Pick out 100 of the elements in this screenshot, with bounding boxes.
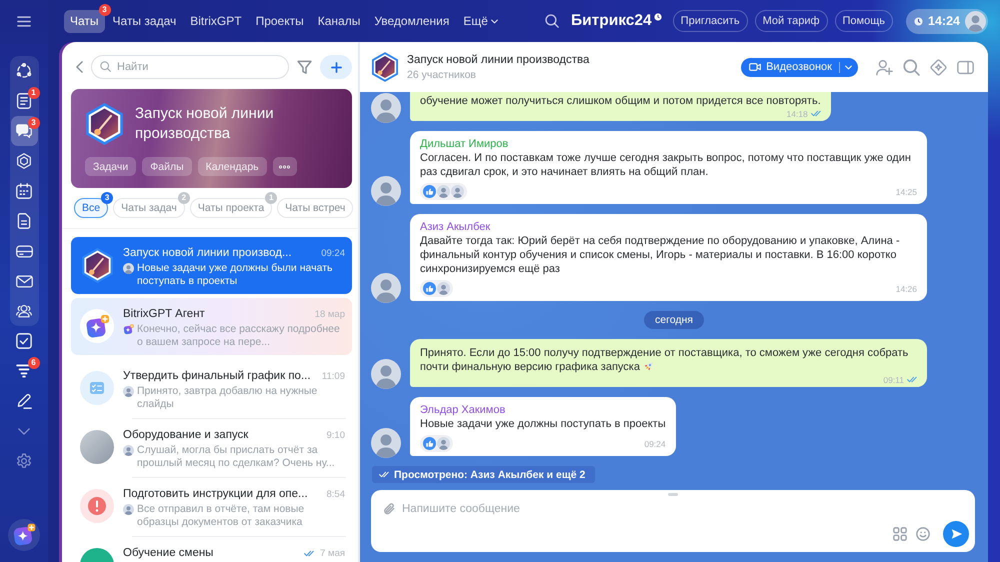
member-count: 26 участников <box>407 68 478 82</box>
paperclip-icon[interactable] <box>383 502 395 516</box>
author-name[interactable]: Эльдар Хакимов <box>420 403 666 417</box>
diamond-icon[interactable] <box>930 58 947 76</box>
nav-tab[interactable]: Проекты <box>250 10 310 32</box>
chat-title: Подготовить инструкции для опе... <box>123 487 309 502</box>
sidebar-panel-icon[interactable] <box>957 58 974 76</box>
header-button[interactable]: Пригласить <box>672 10 748 32</box>
people-icon <box>16 303 32 319</box>
person-avatar-icon <box>437 282 450 295</box>
like-icon <box>423 437 436 450</box>
message-text: Давайте тогда так: Юрий берёт на себя подтверждение по оборудованию и упаковке, Алина - финальный контур обучения и список смены, Игорь - материалы и поставки. В 16:00 коротко синхронизируемся ещё раз <box>420 235 900 275</box>
message-time: 14:18 <box>786 108 808 118</box>
banner-tab[interactable]: Файлы <box>142 157 192 176</box>
rocket-hexagon-icon <box>86 103 123 145</box>
more-button[interactable] <box>272 157 297 176</box>
photo-placeholder <box>80 430 114 464</box>
document-icon <box>16 213 32 229</box>
message-preview: Новые задачи уже должны были начать поступать в проекты <box>137 262 334 288</box>
add-user-icon[interactable] <box>876 58 893 76</box>
reactions-pill[interactable] <box>420 435 453 452</box>
chat-list-item[interactable]: Запуск новой линии производ... 09:24 Новые задачи уже должны были начать поступать в проекты <box>71 237 352 294</box>
message-input[interactable]: Напишите сообщение <box>402 501 886 517</box>
grid-icon[interactable] <box>893 527 907 541</box>
message-text: Новые задачи уже должны поступать в проекты <box>420 418 666 430</box>
copilot-button[interactable] <box>8 519 40 551</box>
person-avatar-icon <box>123 504 134 515</box>
filter-icon[interactable] <box>297 60 312 74</box>
add-button[interactable] <box>320 55 352 79</box>
person-avatar-icon[interactable] <box>371 93 401 123</box>
header-button[interactable]: Мой тариф <box>754 10 828 32</box>
settings-icon <box>16 453 32 469</box>
sidebar-item[interactable]: 3 <box>10 116 38 146</box>
unread-count: 3 <box>28 117 40 129</box>
unread-count: 1 <box>28 87 40 99</box>
chat-time: 9:10 <box>326 430 345 440</box>
chat-list-item[interactable]: Утвердить финальный график по... 11:09 Принято, завтра добавлю на нужные слайды <box>71 360 352 417</box>
sparkle-avatar-icon <box>80 309 114 343</box>
funnel-icon <box>16 364 32 378</box>
chat-list-item[interactable]: Оборудование и запуск 9:10 Слушай, могла бы прислать отчёт за прошлый месяц по сделкам? Очень ну... <box>71 419 352 476</box>
banner-tab[interactable]: Задачи <box>85 157 136 176</box>
unread-count: 1 <box>265 192 278 204</box>
chat-list-item[interactable]: Подготовить инструкции для опе... 8:54 Все отправил в отчёте, там новые образцы документов от заказчика <box>71 478 352 535</box>
smile-icon[interactable] <box>916 527 930 541</box>
message-text: Принято. Если до 15:00 получу подтверждение от поставщика, то сможем уже сегодня собрать почти финальную версию графика запуска <box>420 347 908 373</box>
chat-time: 7 мая <box>320 548 345 558</box>
search-field[interactable]: Найти <box>91 55 289 79</box>
double-check-icon <box>379 471 389 478</box>
chat-title: Оборудование и запуск <box>123 428 250 443</box>
message-time: 14:26 <box>896 284 917 294</box>
person-avatar-icon[interactable] <box>371 428 401 458</box>
nav-tab[interactable]: Ещё <box>457 10 504 32</box>
sidebar-item[interactable]: 6 <box>10 356 38 386</box>
date-separator: сегодня <box>644 311 704 329</box>
dots-icon <box>279 164 290 168</box>
calendar-icon <box>16 183 32 199</box>
message-preview: Принято, завтра добавлю на нужные слайды <box>137 385 318 411</box>
clock-icon <box>654 13 662 21</box>
sparkle-tile-icon <box>12 523 36 547</box>
checkbox-icon <box>16 333 32 349</box>
message-text: Согласен. И по поставкам тоже лучше сегодня закрыть вопрос, потому что поставщик уже один раз сдвигал срок, и это начинает влиять на общий план. <box>420 152 911 178</box>
send-button[interactable] <box>943 521 969 547</box>
sparkle-tile-icon <box>123 324 134 335</box>
chat-list-item[interactable]: BitrixGPT Агент 18 мар Конечно, сейчас все расскажу подробнее о вашем запросе на пере... <box>71 298 352 355</box>
message-text: обучение может получиться слишком общим и потом придется все повторять. <box>420 95 821 107</box>
search-icon[interactable] <box>545 14 559 28</box>
person-avatar-icon <box>451 185 464 198</box>
card-icon <box>16 244 32 258</box>
nav-tab[interactable]: Каналы <box>312 10 366 32</box>
author-name[interactable]: Азиз Акылбек <box>420 220 917 234</box>
chat-list-item[interactable]: Обучение смены 7 мая <box>71 537 352 562</box>
reactions-pill[interactable] <box>420 280 453 297</box>
circle-nodes-icon <box>16 63 32 79</box>
person-avatar-icon <box>123 386 134 397</box>
message-preview: Слушай, могла бы прислать отчёт за прошлый месяц по сделкам? Очень ну... <box>137 444 336 470</box>
back-icon[interactable] <box>76 61 83 73</box>
sidebar-item[interactable]: 1 <box>10 86 38 116</box>
nav-tab[interactable]: Уведомления <box>368 10 456 32</box>
clock-icon <box>914 16 924 26</box>
rocket-hexagon-icon <box>372 52 398 82</box>
message-time: 09:24 <box>644 438 666 448</box>
reactions-pill[interactable] <box>420 183 467 200</box>
logo[interactable]: Битрикс24 <box>571 12 652 30</box>
header-button[interactable]: Помощь <box>834 10 894 32</box>
person-avatar-icon[interactable] <box>371 273 401 303</box>
search-icon <box>100 61 111 72</box>
chat-icon <box>16 123 32 139</box>
rocket-hexagon-icon <box>82 248 112 283</box>
chat-title: Утвердить финальный график по... <box>123 369 312 384</box>
chat-time: 09:24 <box>321 248 345 258</box>
chat-title: BitrixGPT Агент <box>123 307 206 322</box>
drag-handle-icon[interactable] <box>668 493 678 496</box>
nav-tab[interactable]: BitrixGPT <box>184 10 248 32</box>
video-call-button[interactable]: Видеозвонок <box>741 58 858 76</box>
menu-icon[interactable] <box>17 16 31 26</box>
person-avatar-icon[interactable] <box>371 359 401 389</box>
person-avatar-icon[interactable] <box>371 176 401 206</box>
unread-count: 3 <box>98 4 111 16</box>
filter-tab[interactable]: Чаты встреч <box>277 198 354 218</box>
document-list-icon <box>16 93 32 109</box>
